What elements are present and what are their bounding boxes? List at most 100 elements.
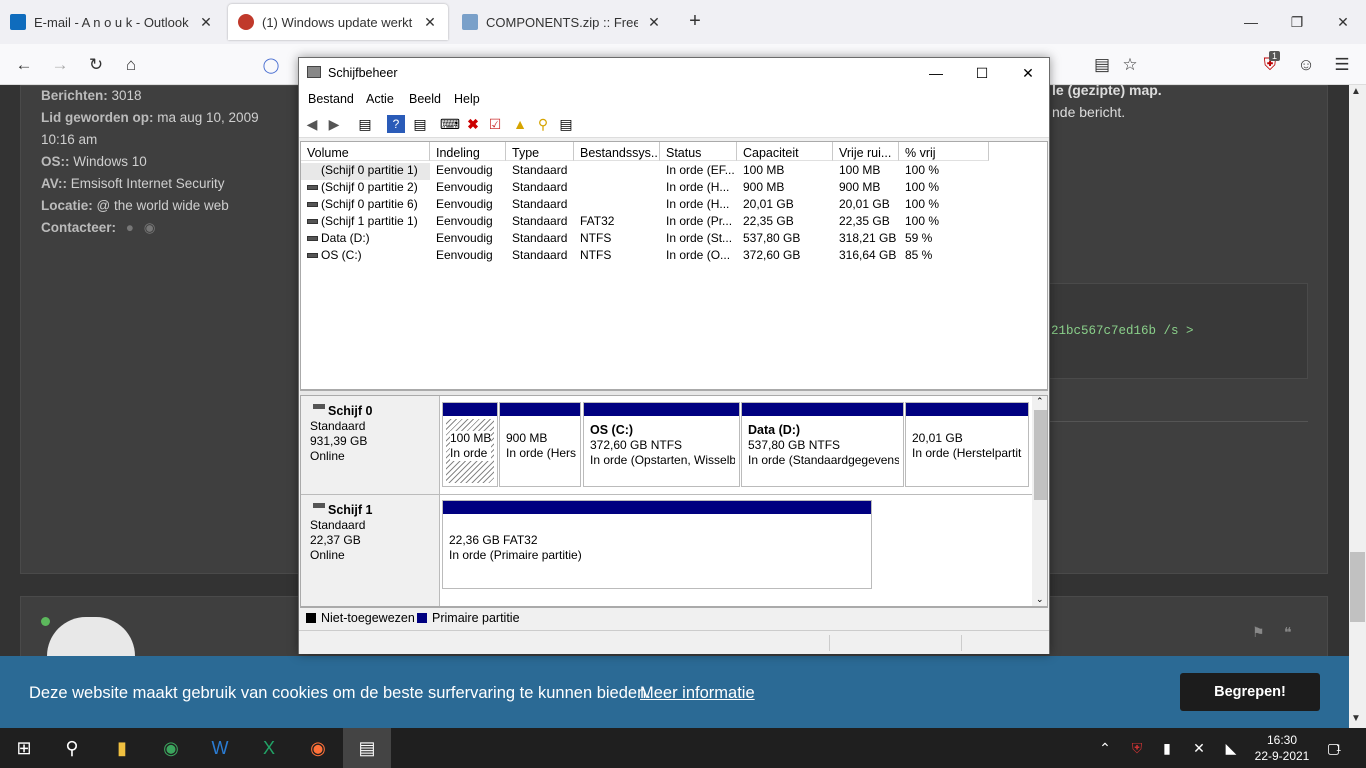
forward-icon[interactable]: ▶ bbox=[325, 115, 343, 133]
page-scrollbar-thumb[interactable] bbox=[1350, 552, 1365, 622]
volume-cell: In orde (St... bbox=[666, 231, 733, 245]
scroll-down-icon[interactable]: ▼ bbox=[1351, 713, 1361, 724]
column-header[interactable]: Bestandssys... bbox=[574, 142, 660, 161]
close-button[interactable]: ✕ bbox=[1005, 58, 1051, 88]
report-flag-icon[interactable]: ⚑ bbox=[1252, 624, 1265, 641]
volume-row[interactable]: OS (C:) Eenvoudig Standaard NTFS In orde (O.… bbox=[301, 248, 1001, 265]
tray-overflow-icon[interactable]: ⌃ bbox=[1094, 728, 1116, 768]
quote-icon[interactable]: ❝ bbox=[1284, 624, 1292, 641]
firefox-icon[interactable]: ◉ bbox=[294, 728, 342, 768]
disk-management-icon[interactable]: ▤ bbox=[343, 728, 391, 768]
info-value: ma aug 10, 2009 bbox=[153, 110, 259, 125]
back-icon[interactable]: ← bbox=[11, 52, 37, 78]
scroll-up-icon[interactable]: ▲ bbox=[1351, 86, 1361, 97]
column-header[interactable]: Vrije rui... bbox=[833, 142, 899, 161]
search-folder-icon[interactable]: ⚲ bbox=[534, 115, 552, 133]
volume-cell bbox=[574, 163, 660, 180]
maximize-button[interactable]: ☐ bbox=[959, 58, 1005, 88]
partition-disk1-fat32[interactable]: 22,36 GB FAT32 In orde (Primaire partiti… bbox=[442, 500, 872, 589]
home-icon[interactable]: ⌂ bbox=[118, 52, 144, 78]
search-icon[interactable]: ⚲ bbox=[48, 728, 96, 768]
cookie-more-info-link[interactable]: Meer informatie bbox=[640, 684, 755, 703]
bookmark-star-icon[interactable]: ☆ bbox=[1117, 52, 1143, 78]
column-header[interactable]: Type bbox=[506, 142, 574, 161]
globe-icon[interactable]: ◉ bbox=[144, 220, 156, 235]
wifi-icon[interactable]: ◣ bbox=[1220, 728, 1242, 768]
reader-view-icon[interactable]: ▤ bbox=[1089, 52, 1115, 78]
partition-os-c[interactable]: OS (C:) 372,60 GB NTFS In orde (Opstarte… bbox=[583, 402, 740, 487]
settings-pane-icon[interactable]: ▤ bbox=[557, 115, 575, 133]
partition-data-d[interactable]: Data (D:) 537,80 GB NTFS In orde (Standa… bbox=[741, 402, 904, 487]
disk-1-label[interactable]: Schijf 1 Standaard 22,37 GB Online bbox=[301, 495, 440, 606]
menu-actie[interactable]: Actie bbox=[366, 92, 394, 106]
windows-start-icon[interactable]: ⊞ bbox=[0, 728, 48, 768]
emsisoft-icon[interactable]: ⛨ bbox=[1126, 728, 1148, 768]
chat-icon[interactable]: ● bbox=[126, 220, 134, 235]
close-icon[interactable]: ✕ bbox=[646, 14, 662, 31]
excel-icon[interactable]: X bbox=[245, 728, 293, 768]
volume-row[interactable]: (Schijf 0 partitie 6) Eenvoudig Standaard I… bbox=[301, 197, 1001, 214]
forward-icon[interactable]: → bbox=[47, 52, 73, 78]
volume-list[interactable]: Volume Indeling Type Bestandssys... Stat… bbox=[300, 141, 1048, 390]
close-icon[interactable]: ✕ bbox=[422, 14, 438, 31]
volume-row[interactable]: Data (D:) Eenvoudig Standaard NTFS In orde (… bbox=[301, 231, 1001, 248]
column-header[interactable]: Status bbox=[660, 142, 737, 161]
post-text-line: le (gezipte) map. bbox=[1052, 82, 1162, 98]
partition-recovery-2[interactable]: 20,01 GB In orde (Herstelpartit bbox=[905, 402, 1029, 487]
column-header[interactable]: % vrij bbox=[899, 142, 989, 161]
help-icon[interactable]: ? bbox=[387, 115, 405, 133]
volume-cell: Eenvoudig bbox=[436, 180, 493, 194]
close-icon[interactable]: ✕ bbox=[198, 14, 214, 31]
volume-row[interactable]: (Schijf 0 partitie 2) Eenvoudig Standaard I… bbox=[301, 180, 1001, 197]
battery-icon[interactable]: ▮ bbox=[1156, 728, 1178, 768]
menu-icon[interactable]: ☰ bbox=[1329, 52, 1355, 78]
column-header[interactable]: Volume bbox=[301, 142, 430, 161]
window-title-bar: Schijfbeheer — ☐ ✕ bbox=[299, 58, 1049, 88]
scroll-down-icon[interactable]: ⌄ bbox=[1036, 594, 1044, 605]
column-header[interactable]: Indeling bbox=[430, 142, 506, 161]
reload-icon[interactable]: ↻ bbox=[83, 52, 109, 78]
menu-bestand[interactable]: Bestand bbox=[308, 92, 354, 106]
cookie-text: Deze website maakt gebruik van cookies o… bbox=[29, 684, 651, 702]
tab-outlook[interactable]: E-mail - A n o u k - Outlook ✕ bbox=[0, 0, 224, 44]
back-icon[interactable]: ◀ bbox=[303, 115, 321, 133]
view-icon[interactable]: ▤ bbox=[411, 115, 429, 133]
disk-view-scrollbar[interactable]: ⌃ ⌄ bbox=[1032, 396, 1047, 606]
file-explorer-icon[interactable]: ▮ bbox=[98, 728, 146, 768]
minimize-button[interactable]: — bbox=[1228, 0, 1274, 44]
volume-muted-icon[interactable]: ✕ bbox=[1188, 728, 1210, 768]
minimize-button[interactable]: — bbox=[913, 58, 959, 88]
folder-up-icon[interactable]: ▲ bbox=[511, 115, 529, 133]
notification-icon[interactable]: ▢ 1 bbox=[1320, 728, 1348, 768]
menu-beeld[interactable]: Beeld bbox=[409, 92, 441, 106]
menu-help[interactable]: Help bbox=[454, 92, 480, 106]
partition-size: 537,80 GB NTFS bbox=[748, 438, 841, 452]
tab-components-zip[interactable]: COMPONENTS.zip :: Free File H ✕ bbox=[452, 0, 672, 44]
volume-row[interactable]: (Schijf 0 partitie 1) Eenvoudig Standaard I… bbox=[301, 163, 1001, 180]
scrollbar-thumb[interactable] bbox=[1034, 410, 1047, 500]
extension-badge: 1 bbox=[1269, 51, 1281, 61]
volume-row[interactable]: (Schijf 1 partitie 1) Eenvoudig Standaard F… bbox=[301, 214, 1001, 231]
connect-icon[interactable]: ⌨ bbox=[440, 115, 460, 133]
shield-icon[interactable]: ◯ bbox=[258, 52, 284, 78]
column-header[interactable]: Capaciteit bbox=[737, 142, 833, 161]
chrome-icon[interactable]: ◉ bbox=[147, 728, 195, 768]
properties-pane-icon[interactable]: ▤ bbox=[356, 115, 374, 133]
restore-button[interactable]: ❐ bbox=[1274, 0, 1320, 44]
account-icon[interactable]: ☺ bbox=[1293, 52, 1319, 78]
word-icon[interactable]: W bbox=[196, 728, 244, 768]
scroll-up-icon[interactable]: ⌃ bbox=[1036, 396, 1044, 407]
partition-efi[interactable]: 100 MB In orde bbox=[442, 402, 498, 487]
new-tab-button[interactable]: + bbox=[684, 10, 706, 33]
delete-icon[interactable]: ✖ bbox=[464, 115, 482, 133]
cookie-accept-button[interactable]: Begrepen! bbox=[1180, 673, 1320, 711]
page-scrollbar[interactable] bbox=[1349, 85, 1366, 728]
clock[interactable]: 16:30 22-9-2021 bbox=[1252, 732, 1312, 764]
volume-cell: 316,64 GB bbox=[839, 248, 897, 262]
tab-windows-update[interactable]: (1) Windows update werkt niet ✕ bbox=[228, 4, 448, 40]
check-icon[interactable]: ☑ bbox=[486, 115, 504, 133]
volume-cell: 318,21 GB bbox=[839, 231, 897, 245]
disk-0-label[interactable]: Schijf 0 Standaard 931,39 GB Online bbox=[301, 396, 440, 494]
close-button[interactable]: ✕ bbox=[1320, 0, 1366, 44]
partition-recovery-1[interactable]: 900 MB In orde (Hers bbox=[499, 402, 581, 487]
